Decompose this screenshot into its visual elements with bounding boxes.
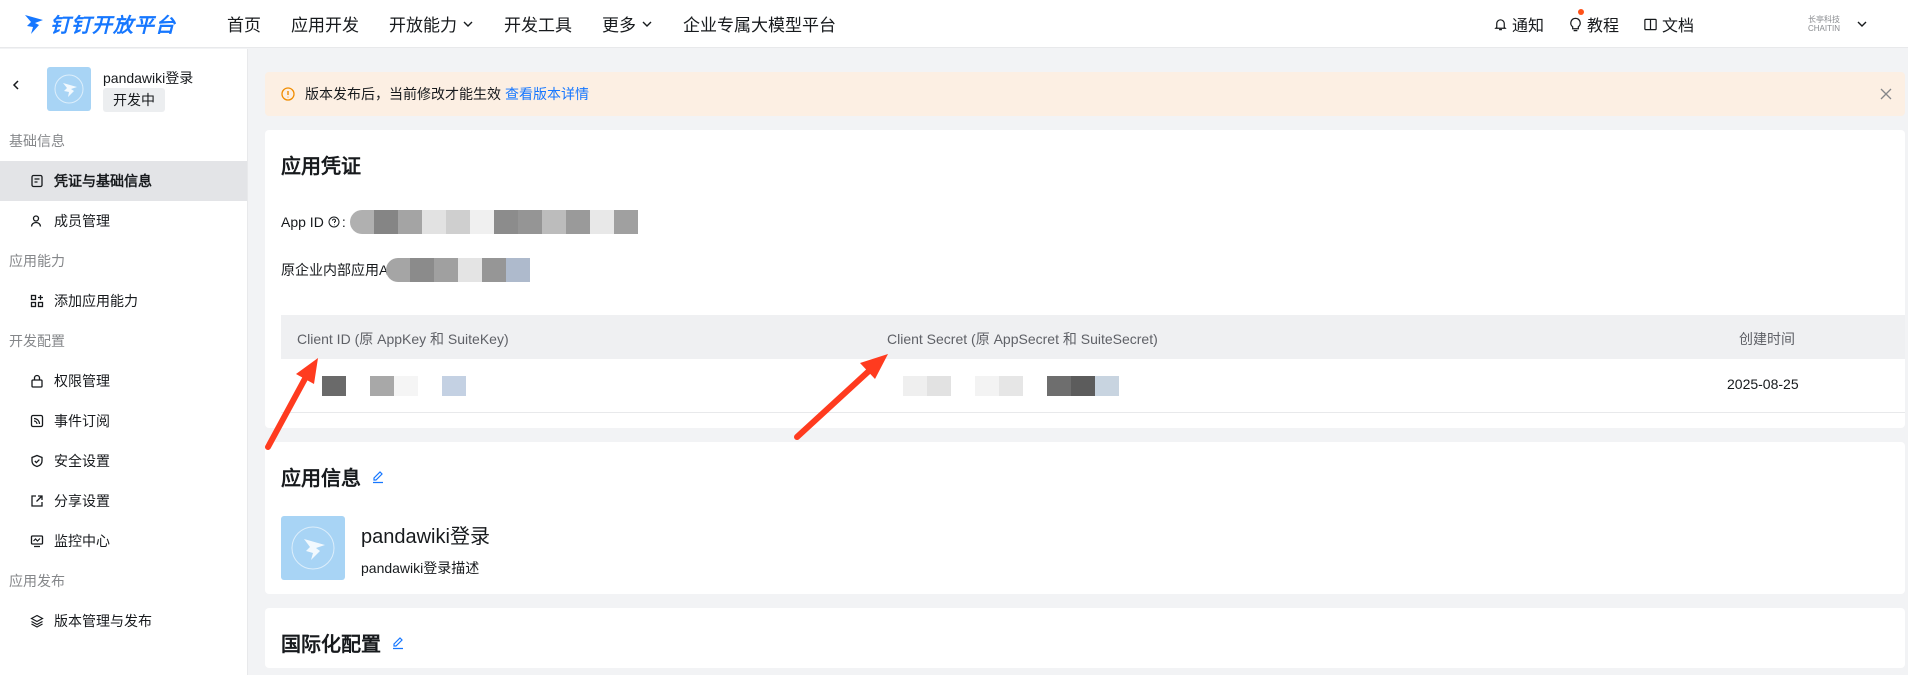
lightbulb-icon [1570, 17, 1581, 31]
lock-icon [31, 374, 43, 388]
chevron-left-icon[interactable] [10, 79, 22, 91]
book-icon [1644, 18, 1657, 30]
sidebar-item-members[interactable]: 成员管理 [0, 201, 247, 241]
client-secret-masked [903, 376, 1119, 396]
app-id-label: App ID [281, 214, 324, 230]
chevron-down-icon [642, 21, 652, 27]
share-icon [31, 495, 43, 507]
sidebar: pandawiki登录 开发中 基础信息 凭证与基础信息 成员管理 应用能力 添… [0, 49, 248, 675]
col-created: 创建时间 [1739, 331, 1795, 347]
sidebar-item-monitor[interactable]: 监控中心 [0, 521, 247, 561]
credentials-table: Client ID (原 AppKey 和 SuiteKey) Client S… [281, 315, 1905, 413]
logo-text: 钉钉开放平台 [50, 15, 176, 37]
monitor-icon [30, 535, 44, 548]
edit-icon[interactable] [371, 470, 385, 484]
nav-more[interactable]: 更多 [602, 11, 653, 36]
user-icon [30, 215, 42, 227]
main-nav: 首页 应用开发 开放能力 开发工具 更多 企业专属大模型平台 [227, 11, 866, 36]
question-circle-icon[interactable] [328, 216, 340, 228]
alert-text: 版本发布后，当前修改才能生效 [305, 86, 501, 102]
main-content: 版本发布后，当前修改才能生效 查看版本详情 应用凭证 App ID : 原企业内… [265, 72, 1905, 668]
document-icon [31, 174, 43, 188]
top-navbar: 钉钉开放平台 首页 应用开发 开放能力 开发工具 更多 企业专属大模型平台 通知… [0, 0, 1908, 48]
group-title-basic: 基础信息 [9, 133, 65, 149]
status-badge: 开发中 [103, 88, 165, 112]
sidebar-item-events[interactable]: 事件订阅 [0, 401, 247, 441]
app-avatar [47, 67, 91, 111]
top-right-actions: 通知 教程 文档 长亭科技 CHAITIN [1493, 0, 1908, 48]
sidebar-item-permissions[interactable]: 权限管理 [0, 361, 247, 401]
docs-button[interactable]: 文档 [1643, 12, 1694, 36]
tutorial-button[interactable]: 教程 [1568, 9, 1619, 36]
sidebar-item-share[interactable]: 分享设置 [0, 481, 247, 521]
table-header: Client ID (原 AppKey 和 SuiteKey) Client S… [281, 315, 1905, 359]
shield-icon [31, 454, 43, 468]
dingtalk-logo-icon [25, 14, 43, 34]
release-alert: 版本发布后，当前修改才能生效 查看版本详情 [265, 72, 1905, 116]
group-title-dev-config: 开发配置 [9, 333, 65, 349]
legacy-app-label: 原企业内部应用A [281, 262, 389, 278]
nav-open-capabilities[interactable]: 开放能力 [389, 11, 474, 36]
sidebar-item-credentials[interactable]: 凭证与基础信息 [0, 161, 247, 201]
app-id-value-masked [349, 210, 638, 234]
nav-home[interactable]: 首页 [227, 11, 261, 36]
dingtalk-logo[interactable]: 钉钉开放平台 [22, 9, 222, 38]
app-info-description: pandawiki登录描述 [361, 560, 480, 576]
nav-app-dev[interactable]: 应用开发 [291, 11, 359, 36]
group-title-release: 应用发布 [9, 573, 65, 589]
edit-icon[interactable] [391, 636, 405, 650]
app-id-row: App ID : [281, 210, 638, 234]
credentials-title: 应用凭证 [281, 156, 361, 178]
legacy-app-value-masked [386, 258, 531, 282]
table-row: 2025-08-25 [281, 359, 1905, 413]
app-name: pandawiki登录 [103, 70, 194, 86]
notify-button[interactable]: 通知 [1493, 12, 1544, 36]
client-id-masked [322, 376, 466, 396]
app-info-name: pandawiki登录 [361, 526, 490, 548]
company-logo: 长亭科技 CHAITIN [1808, 15, 1840, 33]
nav-dev-tools[interactable]: 开发工具 [504, 11, 572, 36]
nav-enterprise-llm[interactable]: 企业专属大模型平台 [683, 11, 836, 36]
sidebar-item-security[interactable]: 安全设置 [0, 441, 247, 481]
rss-icon [30, 414, 44, 428]
group-title-capabilities: 应用能力 [9, 253, 65, 269]
app-info-card: 应用信息 pandawiki登录 pandawiki登录描述 [265, 442, 1905, 594]
apps-add-icon [30, 294, 44, 308]
i18n-title: 国际化配置 [281, 628, 405, 657]
app-info-title: 应用信息 [281, 462, 385, 491]
col-client-secret: Client Secret (原 AppSecret 和 SuiteSecret… [887, 331, 1158, 347]
sidebar-item-versions[interactable]: 版本管理与发布 [0, 601, 247, 641]
layers-icon [30, 614, 44, 628]
app-avatar [281, 516, 345, 580]
sidebar-item-add-capability[interactable]: 添加应用能力 [0, 281, 247, 321]
chevron-down-icon [463, 21, 473, 27]
col-client-id: Client ID (原 AppKey 和 SuiteKey) [297, 331, 509, 347]
chevron-down-icon [1857, 21, 1867, 27]
i18n-card: 国际化配置 [265, 608, 1905, 668]
legacy-app-row: 原企业内部应用A [281, 258, 531, 282]
view-version-link[interactable]: 查看版本详情 [505, 84, 589, 104]
close-icon[interactable] [1879, 87, 1893, 101]
created-date: 2025-08-25 [1727, 376, 1799, 392]
company-switcher[interactable]: 长亭科技 CHAITIN [1808, 15, 1868, 33]
bell-icon [1494, 18, 1507, 30]
unread-dot [1577, 9, 1584, 15]
app-header: pandawiki登录 开发中 [0, 49, 247, 121]
credentials-card: 应用凭证 App ID : 原企业内部应用A Client ID (原 AppK… [265, 130, 1905, 428]
info-circle-icon [281, 87, 295, 101]
